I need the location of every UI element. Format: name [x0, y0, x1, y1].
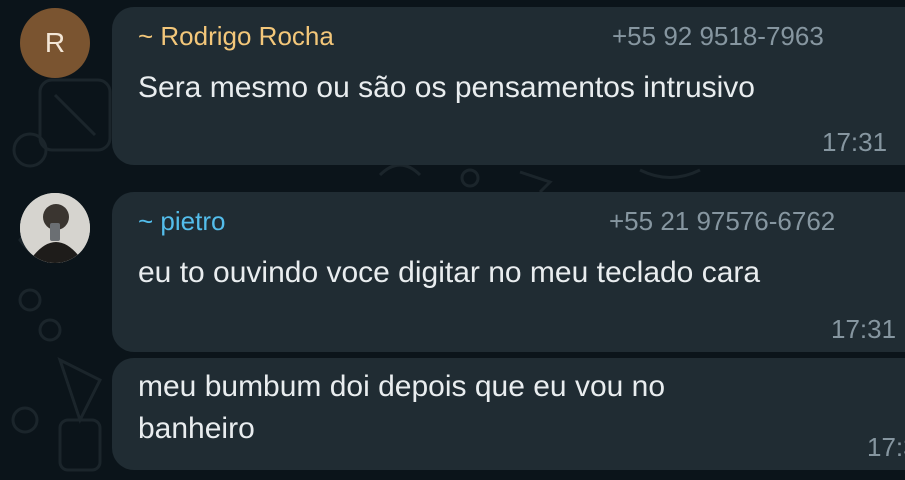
message-text-line2: banheiro	[138, 412, 255, 445]
avatar-rodrigo[interactable]: R	[20, 8, 90, 78]
message-bubble[interactable]: ~ Rodrigo Rocha +55 92 9518-7963 Sera me…	[112, 7, 905, 165]
message-text: Sera mesmo ou são os pensamentos intrusi…	[138, 71, 755, 104]
sender-name[interactable]: ~ Rodrigo Rocha	[138, 21, 334, 52]
message-bubble[interactable]: meu bumbum doi depois que eu vou no banh…	[112, 358, 905, 470]
message-time: 17:31	[831, 314, 897, 344]
message-time: 17:31	[822, 127, 888, 157]
avatar-initial: R	[44, 27, 66, 58]
avatar-pietro[interactable]	[20, 193, 90, 263]
message-bubble[interactable]: ~ pietro +55 21 97576-6762 eu to ouvindo…	[112, 192, 905, 352]
profile-photo-icon	[20, 193, 90, 263]
message-text-line1: meu bumbum doi depois que eu vou no	[138, 370, 666, 403]
sender-name[interactable]: ~ pietro	[138, 206, 225, 237]
message-text: eu to ouvindo voce digitar no meu teclad…	[138, 256, 761, 289]
sender-phone: +55 21 97576-6762	[609, 206, 836, 236]
message-time: 17:31	[867, 432, 905, 462]
sender-phone: +55 92 9518-7963	[612, 21, 824, 51]
